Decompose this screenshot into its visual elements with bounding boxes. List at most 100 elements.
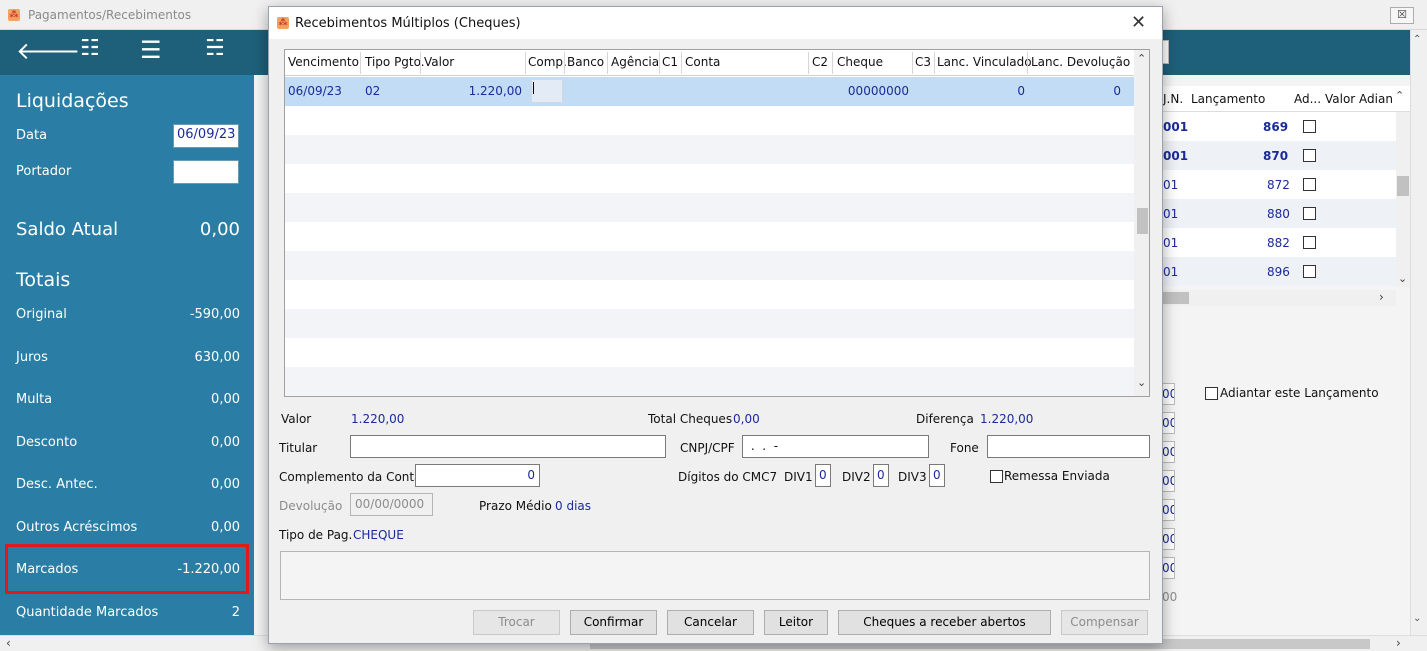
grid-scroll-up-icon[interactable]: ⌃ — [1137, 52, 1146, 65]
cnpj-cpf-input[interactable]: . . - — [742, 435, 929, 458]
col-banco[interactable]: Banco — [567, 55, 604, 69]
confirmar-button[interactable]: Confirmar — [570, 610, 657, 635]
portador-input[interactable] — [173, 160, 239, 184]
main-scroll-up-icon[interactable]: ⌃ — [1413, 34, 1421, 45]
col-lanc-vinculado[interactable]: Lanc. Vinculado — [937, 55, 1032, 69]
col-c3[interactable]: C3 — [915, 55, 931, 69]
arrow-left-icon[interactable]: 🡐 — [16, 36, 80, 65]
portador-label: Portador — [16, 164, 72, 179]
bg-grid-hscroll-thumb[interactable] — [1161, 292, 1189, 304]
bg-grid-hscroll[interactable]: › — [1161, 290, 1396, 306]
cell-cheque[interactable]: 00000000 — [837, 84, 909, 98]
bg-row-checkbox[interactable] — [1303, 236, 1316, 249]
col-c1[interactable]: C1 — [662, 55, 678, 69]
dialog-close-button[interactable]: ✕ — [1131, 12, 1146, 33]
bg-grid-scroll-right-icon[interactable]: › — [1379, 290, 1384, 304]
main-scroll-left-icon[interactable]: ‹ — [6, 636, 11, 650]
checklist-icon[interactable]: ☷ — [80, 36, 100, 61]
table-row[interactable] — [285, 251, 1135, 280]
col-lanc-devolucao[interactable]: Lanc. Devolução — [1031, 55, 1130, 69]
observacao-box[interactable] — [280, 551, 1150, 600]
grid-vscroll-thumb[interactable] — [1137, 208, 1148, 234]
bg-row-checkbox[interactable] — [1303, 265, 1316, 278]
cheque-row-selected[interactable]: 06/09/23 02 1.220,00 00000000 0 0 — [285, 77, 1135, 106]
col-c2[interactable]: C2 — [812, 55, 828, 69]
cheques-abertos-button[interactable]: Cheques a receber abertos — [838, 610, 1051, 635]
trocar-button[interactable]: Trocar — [473, 610, 560, 635]
adiantar-label: Adiantar este Lançamento — [1220, 386, 1379, 400]
bg-row-checkbox[interactable] — [1303, 149, 1316, 162]
menu-icon[interactable]: ☰ — [140, 36, 162, 64]
col-conta[interactable]: Conta — [685, 55, 720, 69]
bg-field[interactable]: 00 — [1161, 383, 1175, 405]
complemento-input[interactable]: 0 — [415, 464, 540, 487]
cell-vencimento[interactable]: 06/09/23 — [288, 84, 342, 98]
table-row[interactable]: 01 882 — [1161, 228, 1396, 257]
col-tipo-pgto[interactable]: Tipo Pgto. — [365, 55, 425, 69]
table-row[interactable]: 001 870 — [1161, 141, 1396, 170]
checklist-alt-icon[interactable]: ☵ — [205, 36, 225, 61]
cell-lanc-vinculado[interactable]: 0 — [937, 84, 1025, 98]
bg-row-checkbox[interactable] — [1303, 120, 1316, 133]
table-row[interactable] — [285, 309, 1135, 338]
main-vertical-scrollbar[interactable]: ⌃ ⌄ — [1410, 30, 1427, 635]
bg-grid-vscroll[interactable]: ⌄ — [1396, 112, 1410, 287]
bg-grid-scroll-down-icon[interactable]: ⌄ — [1398, 272, 1407, 285]
diferenca-value: 1.220,00 — [980, 412, 1034, 426]
cancelar-button[interactable]: Cancelar — [667, 610, 754, 635]
titular-input[interactable] — [350, 435, 666, 458]
remessa-enviada-checkbox[interactable] — [990, 470, 1003, 483]
cell-comp-editor[interactable] — [531, 79, 563, 103]
table-row[interactable]: 01 896 — [1161, 257, 1396, 286]
table-row[interactable]: 01 880 — [1161, 199, 1396, 228]
prazo-medio-value: 0 dias — [555, 499, 592, 513]
div1-input[interactable]: 0 — [815, 464, 831, 487]
main-scroll-right-icon[interactable]: › — [1396, 636, 1401, 650]
table-row[interactable] — [285, 280, 1135, 309]
bg-row-checkbox[interactable] — [1303, 207, 1316, 220]
bg-row-code: 001 — [1163, 149, 1189, 163]
compensar-button[interactable]: Compensar — [1061, 610, 1148, 635]
table-row[interactable] — [285, 367, 1135, 396]
table-row[interactable] — [285, 222, 1135, 251]
main-scroll-down-icon[interactable]: ⌄ — [1413, 613, 1421, 624]
bg-row-checkbox[interactable] — [1303, 178, 1316, 191]
main-close-button[interactable]: ☒ — [1390, 7, 1414, 24]
cell-tipo-pgto[interactable]: 02 — [365, 84, 380, 98]
bg-grid-scroll-up-icon[interactable]: ⌃ — [1395, 89, 1404, 102]
saldo-atual-label: Saldo Atual — [16, 219, 119, 240]
bg-field[interactable]: 00 — [1161, 557, 1175, 579]
col-comp[interactable]: Comp. — [528, 55, 567, 69]
cheques-grid[interactable]: Vencimento Tipo Pgto. Valor Comp. Banco … — [284, 49, 1150, 397]
col-cheque[interactable]: Cheque — [837, 55, 883, 69]
cheques-grid-vscroll[interactable]: ⌃ ⌄ — [1134, 50, 1149, 396]
table-row[interactable] — [285, 164, 1135, 193]
bg-field[interactable]: 00 — [1161, 441, 1175, 463]
table-row[interactable]: 01 872 — [1161, 170, 1396, 199]
table-row[interactable] — [285, 338, 1135, 367]
col-vencimento[interactable]: Vencimento — [288, 55, 359, 69]
grid-scroll-down-icon[interactable]: ⌄ — [1137, 376, 1146, 389]
table-row[interactable] — [285, 193, 1135, 222]
saldo-atual-value: 0,00 — [199, 219, 240, 240]
bg-field[interactable]: 00 — [1161, 412, 1175, 434]
col-agencia[interactable]: Agência — [611, 55, 659, 69]
fone-input[interactable] — [987, 435, 1150, 458]
bg-grid-vscroll-thumb[interactable] — [1397, 176, 1409, 196]
table-row[interactable] — [285, 106, 1135, 135]
data-input[interactable]: 06/09/23 — [173, 124, 239, 148]
adiantar-checkbox[interactable] — [1205, 387, 1218, 400]
bg-field[interactable]: 00 — [1161, 499, 1175, 521]
main-window-title: Pagamentos/Recebimentos — [28, 8, 192, 22]
cell-valor[interactable]: 1.220,00 — [424, 84, 522, 98]
leitor-button[interactable]: Leitor — [764, 610, 828, 635]
bg-field[interactable]: 00 — [1161, 470, 1175, 492]
liquidacoes-title: Liquidações — [16, 90, 129, 112]
table-row[interactable]: 001 869 — [1161, 112, 1396, 141]
cell-lanc-devolucao[interactable]: 0 — [1031, 84, 1121, 98]
table-row[interactable] — [285, 135, 1135, 164]
div2-input[interactable]: 0 — [873, 464, 889, 487]
div3-input[interactable]: 0 — [929, 464, 945, 487]
col-valor[interactable]: Valor — [424, 55, 454, 69]
bg-field[interactable]: 00 — [1161, 528, 1175, 550]
